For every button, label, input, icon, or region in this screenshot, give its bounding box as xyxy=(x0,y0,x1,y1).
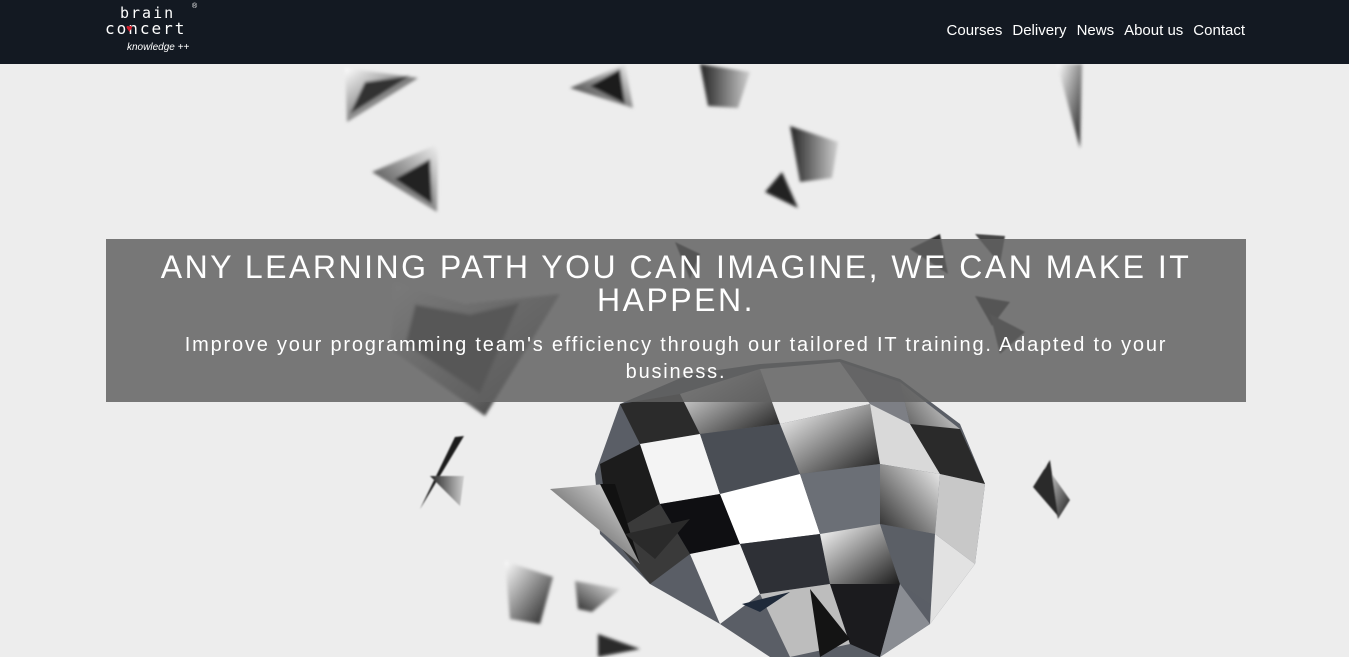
nav-link-news[interactable]: News xyxy=(1077,21,1115,41)
heart-icon: ♥ xyxy=(126,23,133,35)
nav-link-courses[interactable]: Courses xyxy=(947,21,1003,41)
hero-subtitle: Improve your programming team's efficien… xyxy=(184,334,1168,383)
main-nav: Courses Delivery News About us Contact xyxy=(947,21,1245,41)
nav-link-delivery[interactable]: Delivery xyxy=(1012,21,1066,41)
logo-tagline: knowledge ++ xyxy=(127,42,190,53)
nav-link-contact[interactable]: Contact xyxy=(1193,21,1245,41)
brain-concert-logo[interactable]: brain ® concert ♥ knowledge ++ xyxy=(104,3,216,57)
top-navbar: brain ® concert ♥ knowledge ++ Courses D… xyxy=(0,0,1349,64)
hero-banner: ANY LEARNING PATH YOU CAN IMAGINE, WE CA… xyxy=(106,239,1246,402)
logo-text-concert: concert xyxy=(105,19,187,38)
hero-title: ANY LEARNING PATH YOU CAN IMAGINE, WE CA… xyxy=(160,249,1192,318)
registered-mark: ® xyxy=(192,3,198,10)
nav-link-about-us[interactable]: About us xyxy=(1124,21,1183,41)
hero-section: ANY LEARNING PATH YOU CAN IMAGINE, WE CA… xyxy=(0,64,1349,657)
